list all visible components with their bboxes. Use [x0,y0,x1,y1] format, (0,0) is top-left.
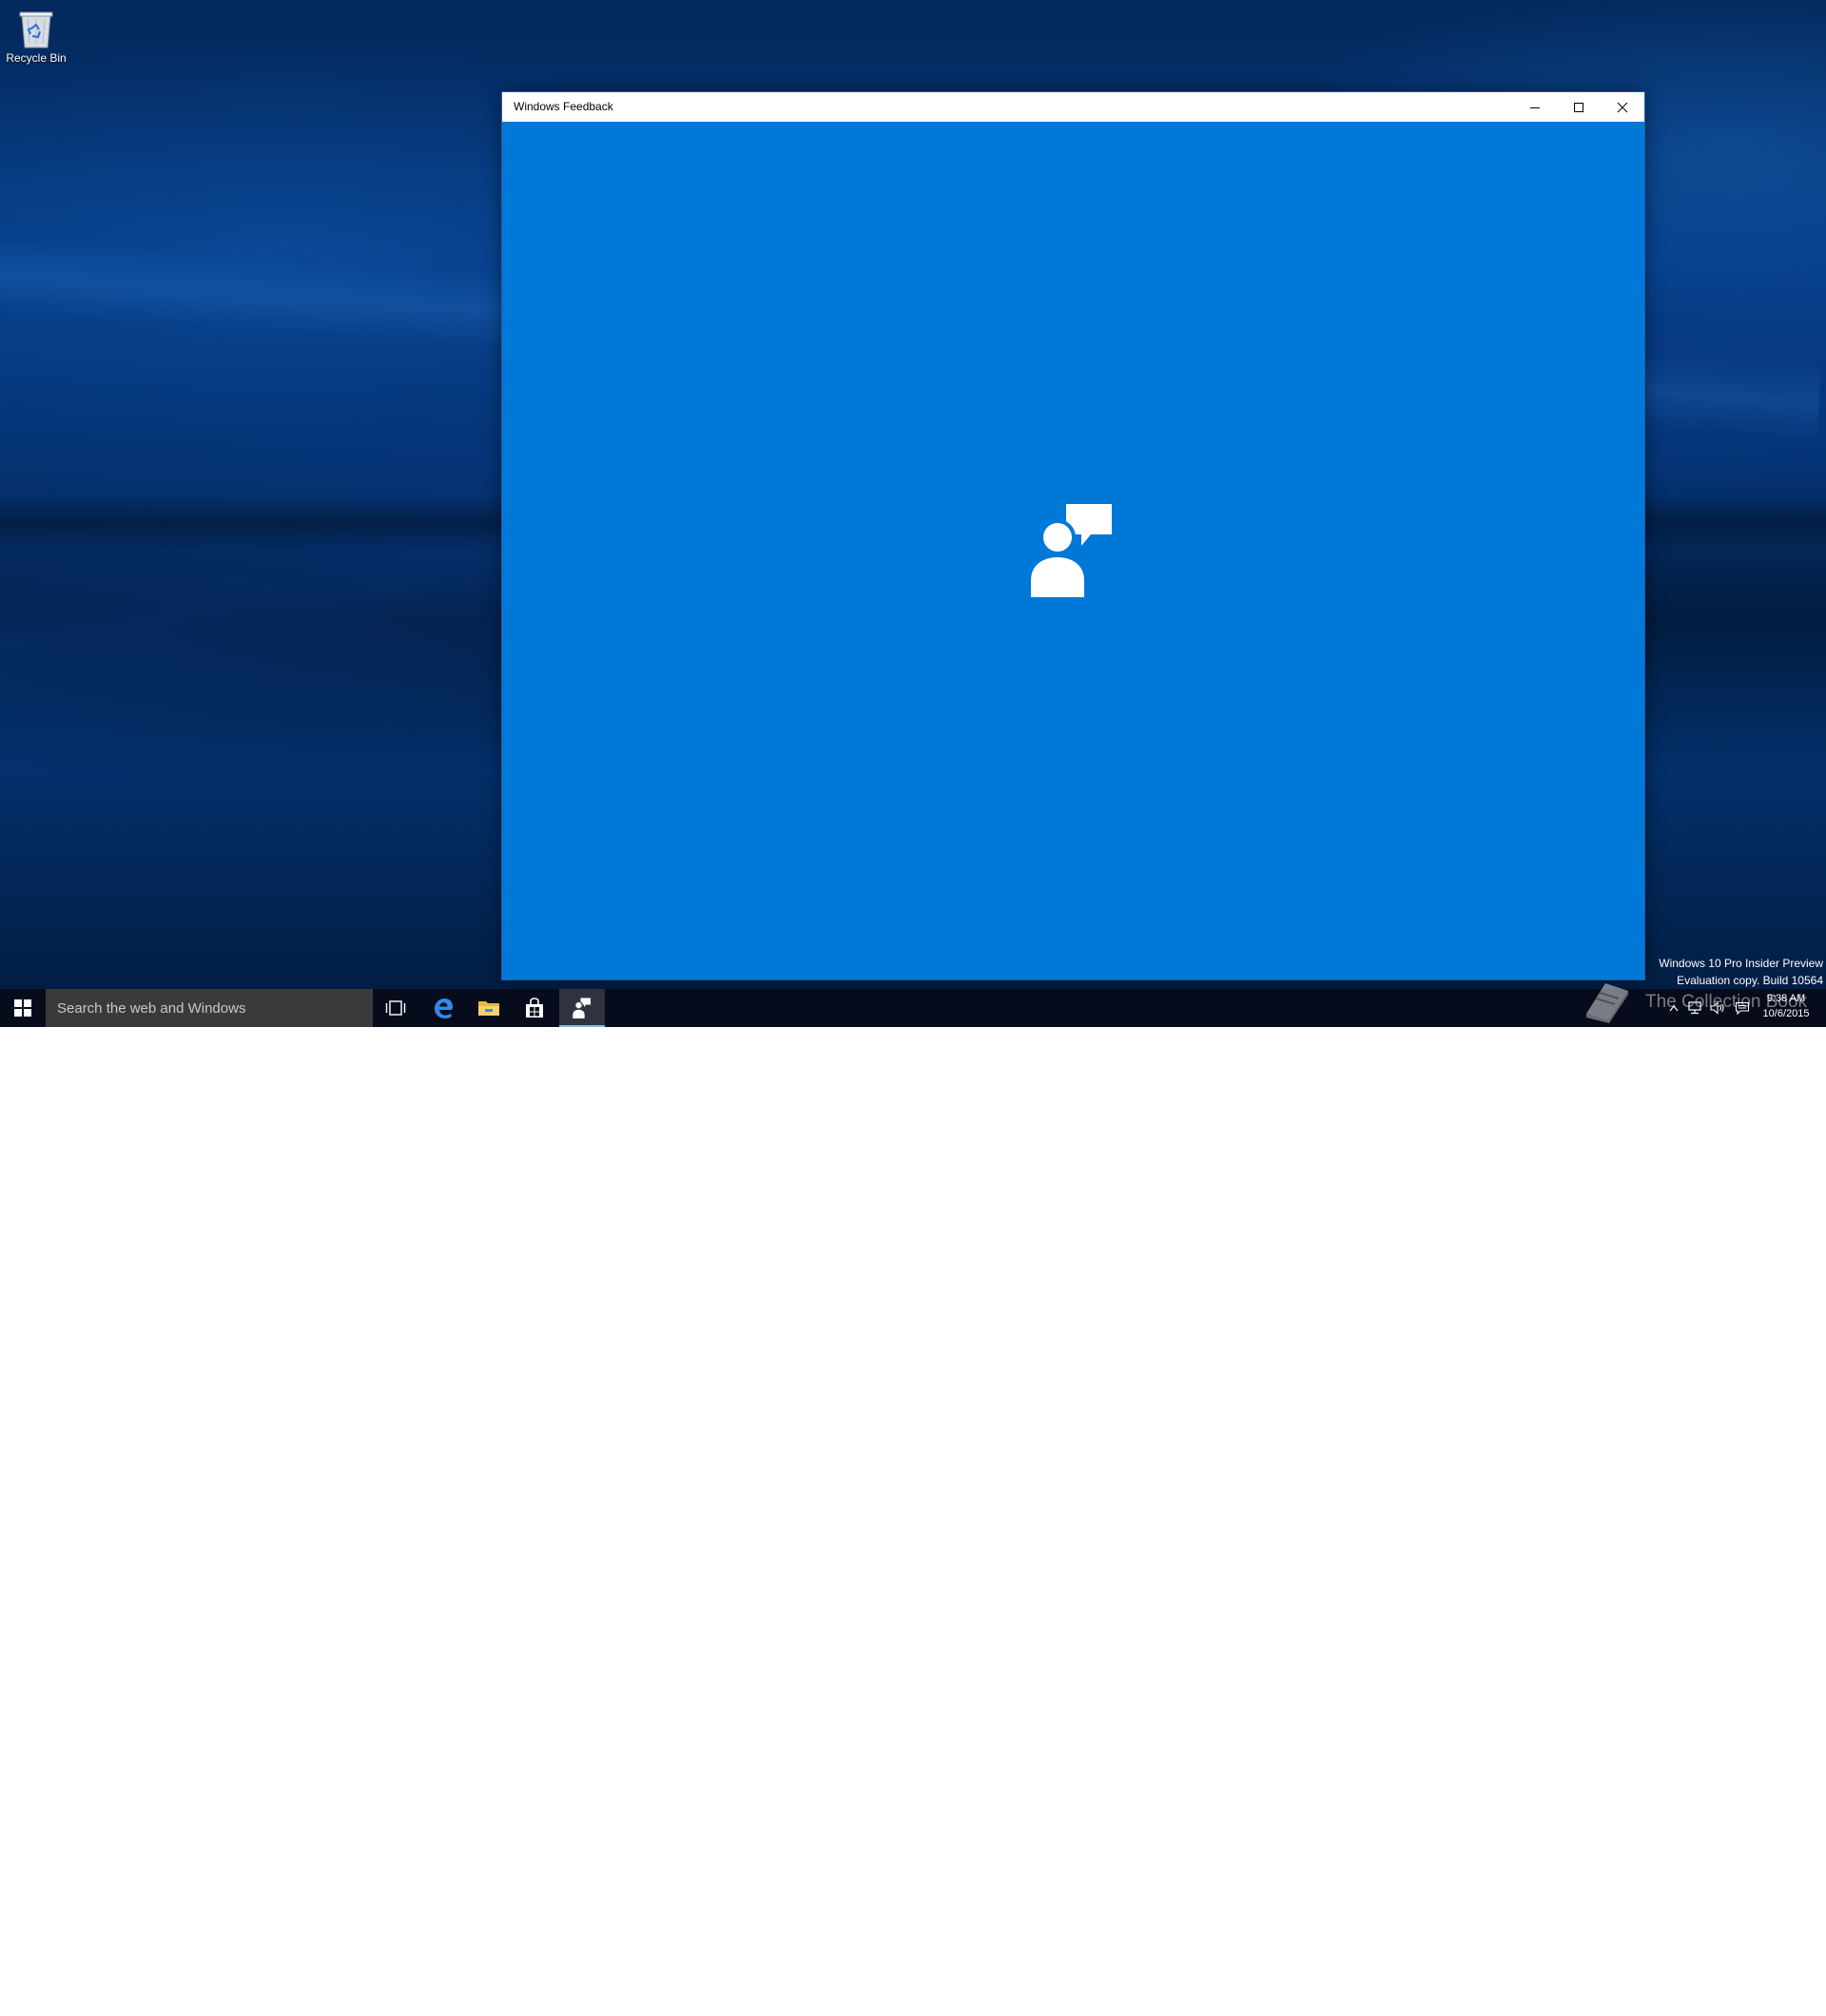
windows-feedback-taskbar-button[interactable] [559,989,605,1027]
build-text: Evaluation copy. Build 10564 [1677,974,1823,987]
task-view-button[interactable] [373,989,418,1027]
action-center-icon[interactable] [1733,995,1752,1021]
chevron-up-icon[interactable] [1664,995,1683,1021]
close-icon [1617,102,1628,112]
task-view-icon [385,1000,406,1016]
network-icon[interactable] [1685,995,1704,1021]
search-box[interactable]: Search the web and Windows [46,989,373,1027]
splash-screen [502,122,1644,979]
build-watermark: Windows 10 Pro Insider Preview Evaluatio… [1659,955,1823,989]
app-window: Windows Feedback [501,91,1645,980]
clock-date: 10/6/2015 [1762,1008,1810,1019]
desktop-background: Recycle Bin Windows Feedback Windows 10 … [0,0,1826,2016]
feedback-icon [573,998,592,1018]
windows-logo-icon [14,999,31,1017]
edition-text: Windows 10 Pro Insider Preview [1659,957,1823,970]
file-explorer-taskbar-button[interactable] [466,989,512,1027]
store-icon [526,998,543,1018]
edge-taskbar-button[interactable] [420,989,466,1027]
store-taskbar-button[interactable] [512,989,557,1027]
maximize-button[interactable] [1557,92,1601,122]
folder-icon [478,1001,499,1016]
taskbar: Search the web and Windows [0,989,1826,2016]
show-desktop-button[interactable] [1820,1978,1826,2016]
feedback-person-speech-icon [1031,504,1112,597]
minimize-button[interactable] [1513,92,1557,122]
desktop-icon-label: Recycle Bin [6,51,67,65]
book-icon [1586,983,1628,1023]
window-title: Windows Feedback [514,100,613,113]
search-placeholder: Search the web and Windows [57,1000,246,1017]
start-button[interactable] [0,989,46,1027]
maximize-icon [1574,102,1583,112]
volume-icon[interactable] [1708,995,1727,1021]
minimize-icon [1530,107,1540,108]
title-bar[interactable]: Windows Feedback [502,92,1644,122]
desktop-icon-recycle-bin[interactable]: Recycle Bin [2,6,70,72]
edge-icon [435,998,453,1018]
recycle-bin-icon [19,11,53,48]
close-button[interactable] [1601,92,1644,122]
tray-clock[interactable]: 9:38 AM 10/6/2015 [1756,991,1816,1021]
clock-time: 9:38 AM [1766,993,1806,1004]
